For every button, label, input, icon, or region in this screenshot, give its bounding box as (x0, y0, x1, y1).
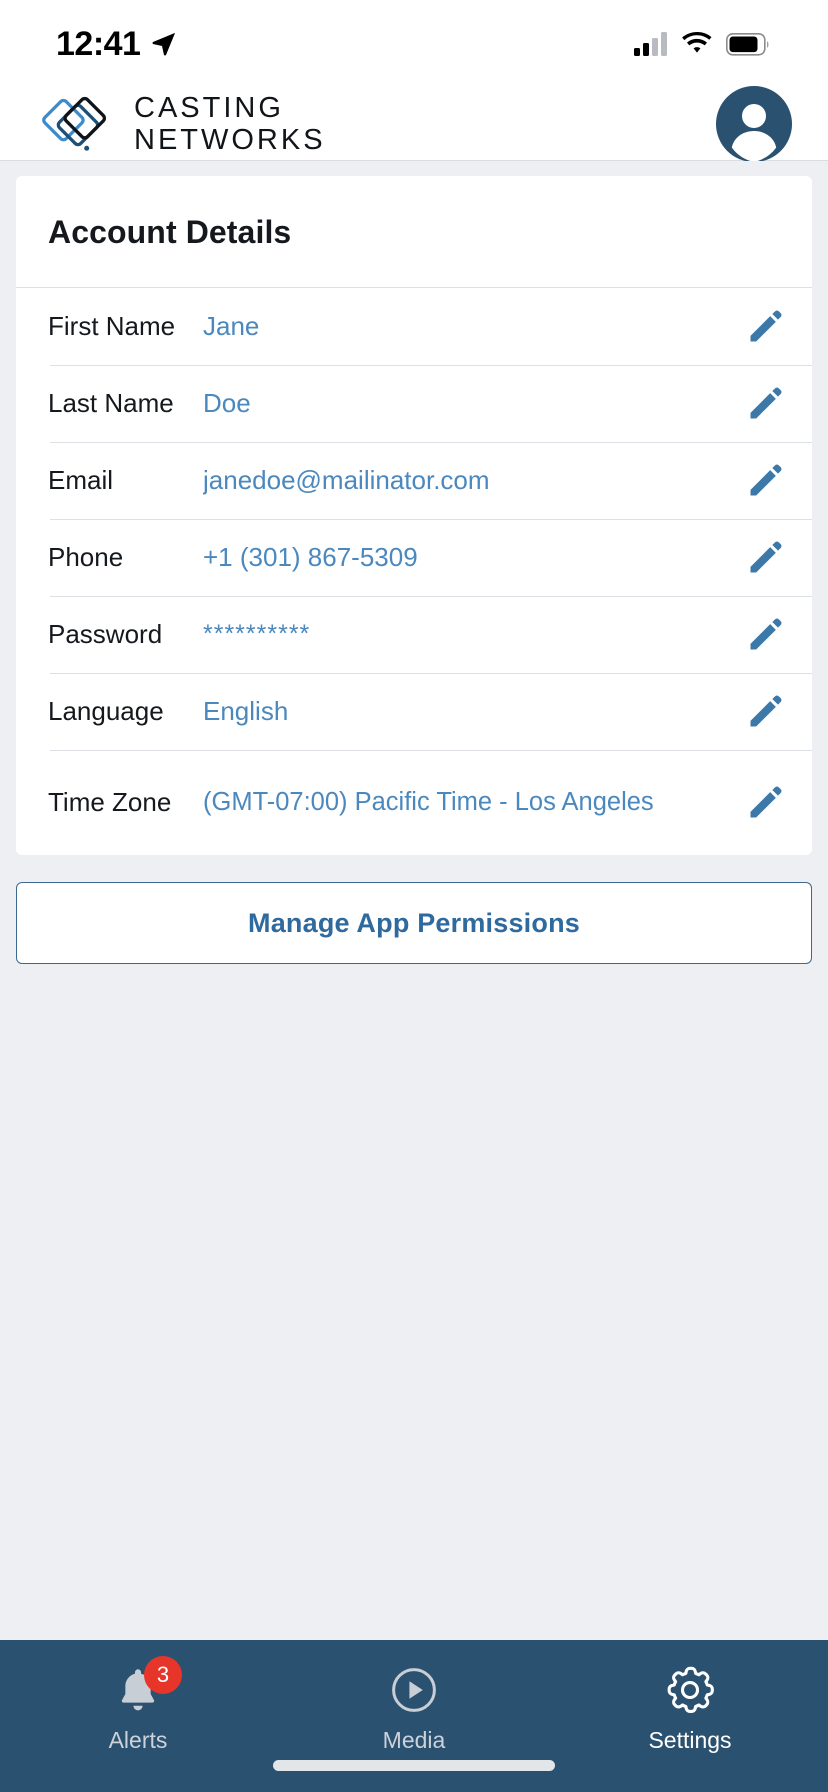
row-time-zone[interactable]: Time Zone (GMT-07:00) Pacific Time - Los… (16, 750, 812, 855)
pencil-edit-icon (750, 310, 782, 341)
brand-logo[interactable]: CASTING NETWORKS (36, 92, 326, 157)
row-value: Doe (203, 388, 251, 418)
pencil-edit-icon (750, 541, 782, 572)
tab-alerts[interactable]: 3 Alerts (0, 1656, 276, 1754)
tab-media-label: Media (382, 1727, 446, 1753)
row-value: ********** (203, 620, 311, 648)
edit-last-name-button[interactable] (742, 381, 788, 427)
row-email[interactable]: Email janedoe@mailinator.com (16, 442, 812, 519)
pencil-edit-icon (750, 695, 782, 726)
edit-phone-button[interactable] (742, 535, 788, 581)
cellular-signal-icon (634, 32, 667, 56)
edit-time-zone-button[interactable] (742, 780, 788, 826)
pencil-edit-icon (750, 786, 782, 817)
status-time: 12:41 (56, 24, 141, 63)
row-language[interactable]: Language English (16, 673, 812, 750)
edit-language-button[interactable] (742, 689, 788, 735)
row-value: Jane (203, 311, 260, 341)
row-label: Email (48, 465, 114, 495)
row-label: Phone (48, 542, 124, 572)
edit-password-button[interactable] (742, 612, 788, 658)
row-value: janedoe@mailinator.com (203, 465, 490, 495)
pencil-edit-icon (750, 618, 782, 649)
brand-line-2: NETWORKS (134, 124, 326, 156)
row-label: Language (48, 696, 164, 726)
row-label: Time Zone (48, 787, 172, 817)
app-screen: 12:41 CASTING NETWORKS Account Details F… (0, 0, 828, 1792)
edit-email-button[interactable] (742, 458, 788, 504)
row-phone[interactable]: Phone +1 (301) 867-5309 (16, 519, 812, 596)
battery-icon (726, 32, 769, 56)
main-content: Account Details First Name Jane Last Nam… (0, 161, 828, 1640)
status-bar-left: 12:41 (56, 25, 178, 64)
bottom-tab-bar: 3 Alerts Media Settings (0, 1640, 828, 1792)
settings-icon-wrap (662, 1662, 718, 1718)
row-label: Last Name (48, 388, 174, 418)
status-bar-right (634, 32, 770, 56)
alerts-badge: 3 (144, 1656, 182, 1694)
page-title: Account Details (16, 176, 812, 288)
brand-line-1: CASTING (134, 91, 284, 124)
row-value: English (203, 696, 289, 726)
home-indicator (273, 1760, 555, 1771)
tab-alerts-label: Alerts (108, 1727, 168, 1753)
location-arrow-icon (153, 32, 176, 56)
row-value: +1 (301) 867-5309 (203, 542, 418, 572)
tab-media[interactable]: Media (276, 1662, 552, 1754)
manage-app-permissions-button[interactable]: Manage App Permissions (16, 882, 812, 964)
gear-icon (667, 1666, 714, 1714)
pencil-edit-icon (750, 464, 782, 495)
wifi-icon (682, 32, 712, 53)
tab-settings-label: Settings (648, 1727, 732, 1753)
play-circle-icon (392, 1668, 436, 1712)
row-label: First Name (48, 311, 176, 341)
row-value: (GMT-07:00) Pacific Time - Los Angeles (203, 788, 654, 816)
row-last-name[interactable]: Last Name Doe (16, 365, 812, 442)
casting-networks-logo-icon (42, 96, 107, 151)
row-first-name[interactable]: First Name Jane (16, 288, 812, 365)
edit-first-name-button[interactable] (742, 304, 788, 350)
media-icon-wrap (386, 1662, 442, 1718)
pencil-edit-icon (750, 387, 782, 418)
status-bar: 12:41 (0, 0, 828, 88)
alerts-icon-wrap: 3 (110, 1656, 182, 1718)
row-label: Password (48, 619, 163, 649)
avatar[interactable] (716, 86, 792, 162)
account-rows: First Name Jane Last Name Doe Email jane… (16, 288, 812, 855)
user-avatar-icon (716, 86, 792, 162)
app-header: CASTING NETWORKS (0, 86, 828, 162)
account-details-card: Account Details First Name Jane Last Nam… (16, 176, 812, 855)
brand-wordmark: CASTING NETWORKS (134, 92, 326, 157)
tab-settings[interactable]: Settings (552, 1662, 828, 1754)
row-password[interactable]: Password ********** (16, 596, 812, 673)
